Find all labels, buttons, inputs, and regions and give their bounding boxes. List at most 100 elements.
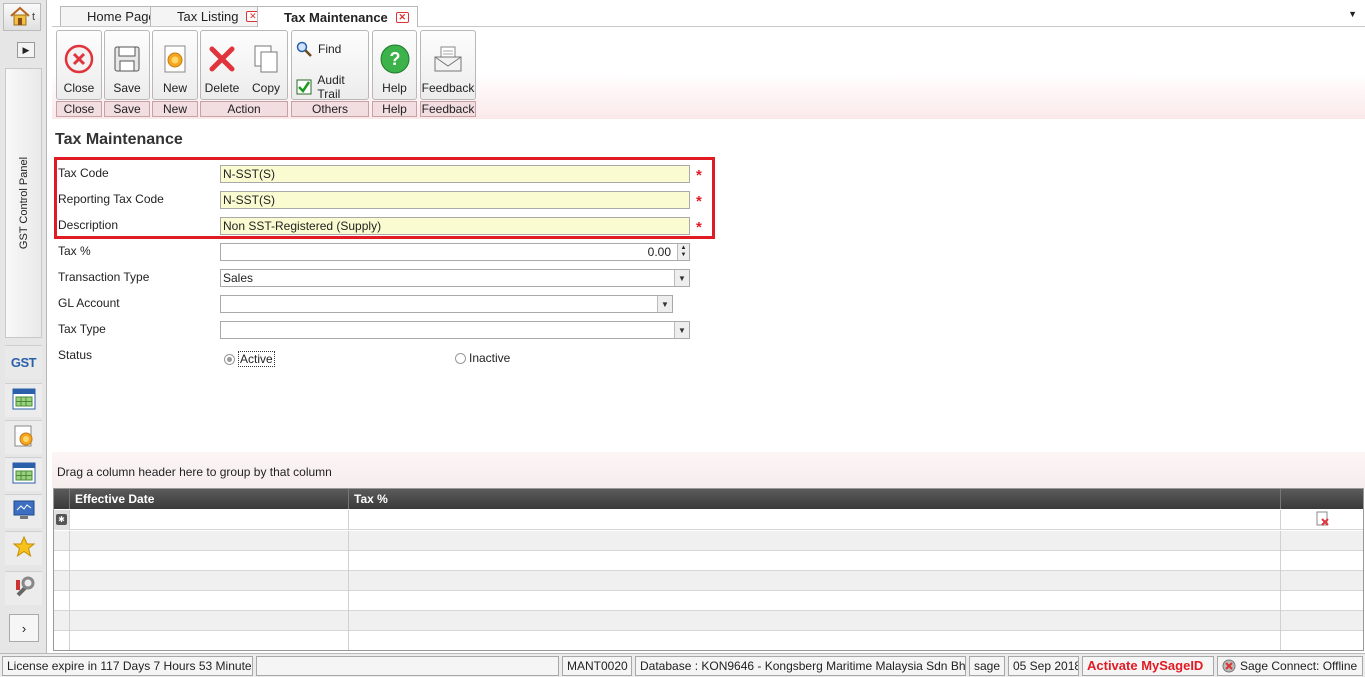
sidebar-item-gst[interactable]: GST xyxy=(5,345,42,379)
feedback-button[interactable]: Feedback xyxy=(420,30,476,100)
save-button-label: Save xyxy=(113,81,141,95)
effective-date-cell xyxy=(70,611,349,631)
new-document-icon xyxy=(12,424,36,451)
group-by-hint: Drag a column header here to group by th… xyxy=(57,465,332,479)
sage-connect-status[interactable]: Sage Connect: Offline xyxy=(1217,656,1363,676)
tax-percent-cell xyxy=(349,631,1281,650)
copy-button[interactable]: Copy xyxy=(244,30,288,100)
tax-percent-input[interactable]: 0.00 ▲ ▼ xyxy=(220,243,690,261)
transaction-type-value: Sales xyxy=(223,271,254,285)
status-inactive-radio[interactable]: Inactive xyxy=(455,351,510,365)
tab-home-page[interactable]: Home Page xyxy=(60,6,165,26)
collapse-panel-button[interactable]: ▶ xyxy=(17,42,35,58)
table-row xyxy=(54,571,1363,591)
effective-date-cell xyxy=(70,551,349,571)
sidebar-item-tax-table[interactable] xyxy=(5,383,42,417)
effective-date-cell[interactable] xyxy=(70,510,349,530)
radio-selected-icon xyxy=(224,353,235,365)
help-button[interactable]: ? Help xyxy=(372,30,417,100)
tab-list-dropdown-icon[interactable]: ▼ xyxy=(1348,9,1357,19)
magnifier-icon xyxy=(295,41,313,57)
status-label: Status xyxy=(58,348,93,362)
tab-label: Tax Maintenance xyxy=(284,9,388,25)
sidebar-item-favorites[interactable] xyxy=(5,531,42,565)
reporting-tax-code-label: Reporting Tax Code xyxy=(58,192,164,206)
effective-date-cell xyxy=(70,531,349,551)
required-marker: * xyxy=(696,167,702,184)
ribbon-group-save: Save Save xyxy=(104,30,150,117)
tab-label: Tax Listing xyxy=(177,9,239,24)
tab-tax-maintenance[interactable]: Tax Maintenance ✕ xyxy=(257,6,418,27)
save-button[interactable]: Save xyxy=(104,30,150,100)
transaction-type-select[interactable]: Sales ▼ xyxy=(220,269,690,287)
row-indicator xyxy=(54,551,70,571)
envelope-icon xyxy=(432,43,464,75)
ribbon-group-help: ? Help Help xyxy=(372,30,417,117)
gst-control-panel-label: GST Control Panel xyxy=(18,156,30,250)
tax-percent-cell[interactable] xyxy=(349,510,1281,530)
description-input[interactable]: Non SST-Registered (Supply) xyxy=(220,217,690,235)
column-header-effective-date[interactable]: Effective Date xyxy=(70,489,349,509)
sidebar: t ▶ GST Control Panel GST › xyxy=(0,0,47,653)
ribbon-group-label: Save xyxy=(104,101,150,117)
ribbon-group-feedback: Feedback Feedback xyxy=(420,30,476,117)
audit-trail-button[interactable]: Audit Trail xyxy=(295,73,369,101)
gl-account-label: GL Account xyxy=(58,296,120,310)
sidebar-item-tools[interactable] xyxy=(5,571,42,605)
close-button[interactable]: Close xyxy=(56,30,102,100)
new-row-asterisk-icon: ✱ xyxy=(56,514,67,525)
new-row[interactable]: ✱ xyxy=(54,510,1363,530)
delete-row-cell[interactable] xyxy=(1281,510,1363,530)
expand-sidebar-button[interactable]: › xyxy=(9,614,39,642)
home-icon xyxy=(9,6,31,29)
ribbon-group-new: New New xyxy=(152,30,198,117)
tax-type-select[interactable]: ▼ xyxy=(220,321,690,339)
close-circle-icon xyxy=(63,43,95,75)
status-active-radio[interactable]: Active xyxy=(224,351,275,367)
copy-pages-icon xyxy=(250,43,282,75)
sidebar-item-new[interactable] xyxy=(5,420,42,454)
ribbon-group-label: Close xyxy=(56,101,102,117)
home-button[interactable]: t xyxy=(3,3,41,31)
star-icon xyxy=(12,535,36,562)
transaction-type-label: Transaction Type xyxy=(58,270,150,284)
tools-icon xyxy=(12,575,36,602)
help-question-icon: ? xyxy=(379,43,411,75)
effective-date-cell xyxy=(70,631,349,650)
grid-header: Effective Date Tax % xyxy=(54,489,1363,509)
find-button[interactable]: Find xyxy=(295,41,341,57)
chevron-down-icon[interactable]: ▼ xyxy=(657,296,672,312)
find-button-label: Find xyxy=(318,42,342,56)
audit-trail-button-label: Audit Trail xyxy=(317,73,345,101)
sidebar-item-listing[interactable] xyxy=(5,457,42,491)
page-title: Tax Maintenance xyxy=(55,131,183,148)
gst-logo-icon: GST xyxy=(10,355,37,370)
table-row xyxy=(54,611,1363,631)
ribbon-group-label: Help xyxy=(372,101,417,117)
license-status: License expire in 117 Days 7 Hours 53 Mi… xyxy=(2,656,253,676)
sidebar-item-monitor[interactable] xyxy=(5,494,42,528)
delete-row-icon[interactable] xyxy=(1316,511,1330,530)
chevron-down-icon[interactable]: ▼ xyxy=(674,270,689,286)
tax-percent-cell xyxy=(349,611,1281,631)
tax-code-input[interactable]: N-SST(S) xyxy=(220,165,690,183)
gl-account-select[interactable]: ▼ xyxy=(220,295,673,313)
tax-percent-cell xyxy=(349,531,1281,551)
new-button-label: New xyxy=(162,81,187,95)
delete-button[interactable]: Delete xyxy=(200,30,244,100)
row-indicator: ✱ xyxy=(54,510,70,530)
activate-mysageid-link[interactable]: Activate MySageID xyxy=(1082,656,1214,676)
column-header-tax-percent[interactable]: Tax % xyxy=(349,489,1281,509)
new-button[interactable]: New xyxy=(152,30,198,100)
tax-percent-cell xyxy=(349,571,1281,591)
checkbox-checked-icon xyxy=(295,79,312,95)
home-button-label: t xyxy=(31,11,36,23)
tab-tax-listing[interactable]: Tax Listing ✕ xyxy=(150,6,269,26)
effective-date-cell xyxy=(70,571,349,591)
reporting-tax-code-input[interactable]: N-SST(S) xyxy=(220,191,690,209)
chevron-down-icon[interactable]: ▼ xyxy=(674,322,689,338)
row-indicator xyxy=(54,611,70,631)
spinner-arrows-icon[interactable]: ▲ ▼ xyxy=(677,244,689,260)
close-tab-icon[interactable]: ✕ xyxy=(395,11,409,23)
row-indicator xyxy=(54,571,70,591)
